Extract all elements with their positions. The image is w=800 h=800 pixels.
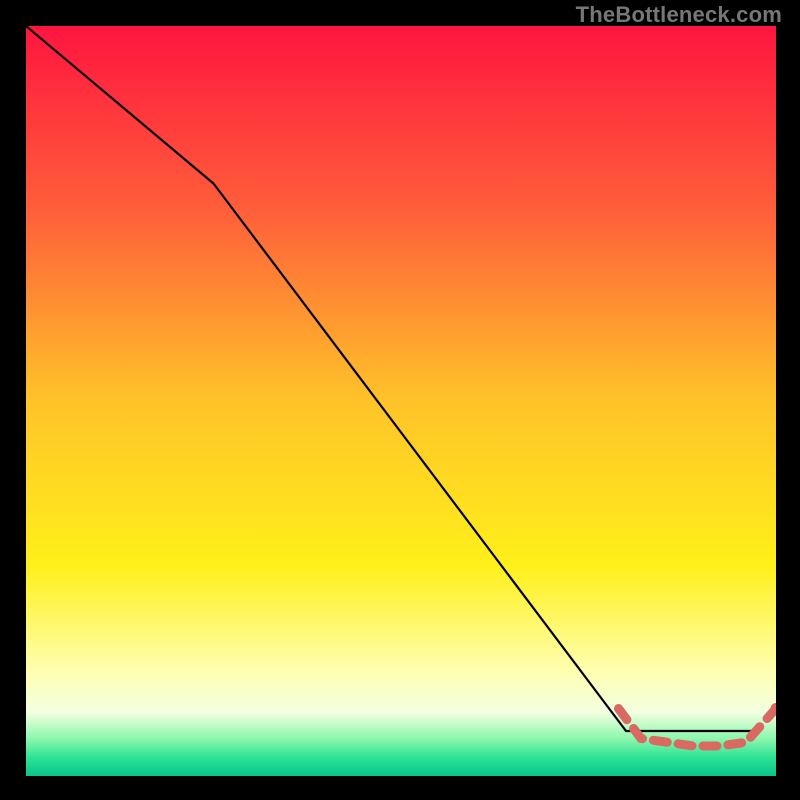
plot-area xyxy=(26,26,776,776)
chart-frame: TheBottleneck.com xyxy=(0,0,800,800)
watermark-text: TheBottleneck.com xyxy=(576,2,782,28)
chart-svg xyxy=(26,26,776,776)
gradient-background xyxy=(26,26,776,776)
